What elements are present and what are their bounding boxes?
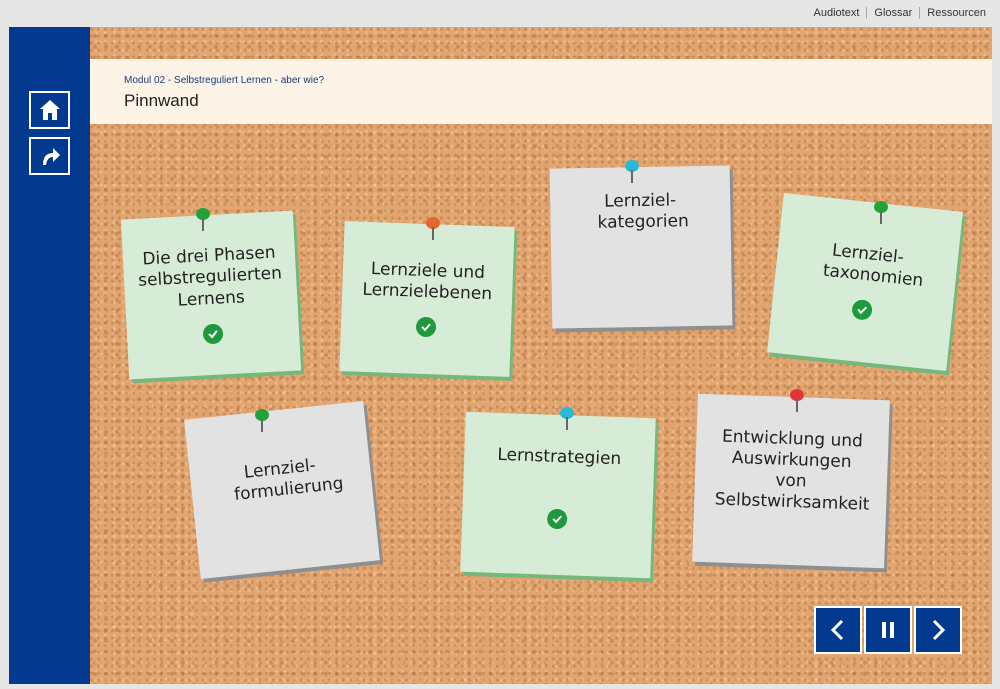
sidebar xyxy=(9,27,90,684)
chevron-left-icon xyxy=(830,619,844,641)
top-nav: Audiotext Glossar Ressourcen xyxy=(807,7,986,19)
next-button[interactable] xyxy=(914,606,962,654)
title-bar: Modul 02 - Selbstreguliert Lernen - aber… xyxy=(90,59,992,124)
pushpin-icon xyxy=(560,407,574,430)
home-button[interactable] xyxy=(29,91,70,129)
pushpin-icon xyxy=(426,217,440,240)
pause-icon xyxy=(882,622,894,638)
page-title: Pinnwand xyxy=(124,91,199,110)
chevron-right-icon xyxy=(932,619,946,641)
note-lernziele-und-lernzielebenen[interactable]: Lernziele und Lernzielebenen xyxy=(339,221,515,377)
note-lernzielkategorien[interactable]: Lernziel-kategorien xyxy=(549,165,733,329)
previous-button[interactable] xyxy=(814,606,862,654)
pushpin-icon xyxy=(874,201,888,224)
note-die-drei-phasen[interactable]: Die drei Phasen selbstregulierten Lernen… xyxy=(120,210,302,380)
back-button[interactable] xyxy=(29,137,70,175)
check-icon xyxy=(415,316,437,338)
check-icon xyxy=(546,508,568,529)
audiotext-link[interactable]: Audiotext xyxy=(807,7,867,19)
breadcrumb: Modul 02 - Selbstreguliert Lernen - aber… xyxy=(124,75,325,86)
note-label: Lernziel-taxonomien xyxy=(821,240,925,292)
playback-controls xyxy=(814,606,962,654)
pushpin-icon xyxy=(790,389,804,412)
return-arrow-icon xyxy=(42,148,60,165)
note-label: Lernziel-formulierung xyxy=(233,455,345,505)
pushpin-icon xyxy=(625,160,639,183)
note-label: Die drei Phasen selbstregulierten Lernen… xyxy=(137,242,283,311)
pause-button[interactable] xyxy=(864,606,912,654)
note-label: Lernziele und Lernzielebenen xyxy=(362,258,493,305)
note-lernzieltaxonomien[interactable]: Lernziel-taxonomien xyxy=(767,193,963,371)
note-label: Lernziel-kategorien xyxy=(597,190,689,233)
note-label: Entwicklung und Auswirkungen von Selbstw… xyxy=(714,426,870,515)
check-icon xyxy=(202,323,224,345)
pushpin-icon xyxy=(196,208,210,231)
glossary-link[interactable]: Glossar xyxy=(866,7,919,19)
resources-link[interactable]: Ressourcen xyxy=(919,7,986,19)
note-label: Lernstrategien xyxy=(497,445,622,470)
note-lernstrategien[interactable]: Lernstrategien xyxy=(460,411,656,579)
home-icon xyxy=(39,100,60,120)
pushpin-icon xyxy=(255,409,269,432)
top-bar: Audiotext Glossar Ressourcen xyxy=(0,0,1000,27)
check-icon xyxy=(851,299,874,322)
note-lernzielformulierung[interactable]: Lernziel-formulierung xyxy=(184,401,380,579)
note-selbstwirksamkeit[interactable]: Entwicklung und Auswirkungen von Selbstw… xyxy=(692,393,890,569)
